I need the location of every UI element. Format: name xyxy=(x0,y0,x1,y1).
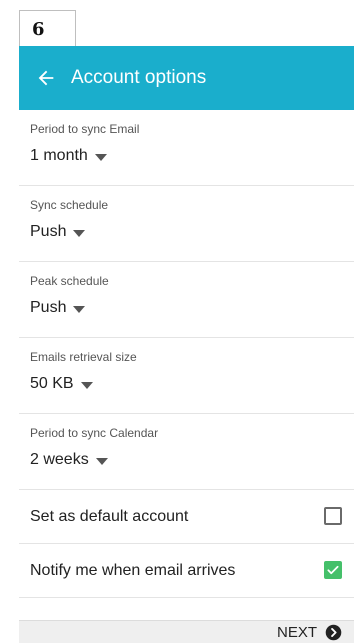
setting-label: Period to sync Email xyxy=(30,122,140,136)
setting-value-dropdown[interactable]: Push xyxy=(30,299,86,317)
arrow-left-icon[interactable] xyxy=(35,67,57,89)
setting-value: Push xyxy=(30,223,67,240)
setting-value: 2 weeks xyxy=(30,451,89,468)
checkbox-row-notify-email[interactable]: Notify me when email arrives xyxy=(19,544,354,598)
next-label: NEXT xyxy=(276,624,317,641)
checkmark-icon xyxy=(327,565,339,575)
caret-down-icon xyxy=(80,381,93,389)
checkbox-label: Set as default account xyxy=(30,507,189,525)
caret-down-icon xyxy=(73,305,86,313)
setting-value-dropdown[interactable]: 50 KB xyxy=(30,375,93,393)
bottom-bar: NEXT xyxy=(19,620,354,643)
setting-value: 50 KB xyxy=(30,375,74,392)
screen: 6 Account options Period to sync Email 1… xyxy=(0,0,354,643)
setting-emails-retrieval-size[interactable]: Emails retrieval size 50 KB xyxy=(19,338,354,414)
setting-value-dropdown[interactable]: 2 weeks xyxy=(30,451,108,469)
page-title: Account options xyxy=(71,67,207,88)
checkbox-label: Notify me when email arrives xyxy=(30,561,236,579)
checkbox-row-default-account[interactable]: Set as default account xyxy=(19,490,354,544)
caret-down-icon xyxy=(73,229,86,237)
step-number-badge: 6 xyxy=(19,10,76,46)
setting-peak-schedule[interactable]: Peak schedule Push xyxy=(19,262,354,338)
setting-sync-schedule[interactable]: Sync schedule Push xyxy=(19,186,354,262)
setting-value-dropdown[interactable]: 1 month xyxy=(30,147,107,165)
settings-list: Period to sync Email 1 month Sync schedu… xyxy=(19,110,354,598)
setting-value-dropdown[interactable]: Push xyxy=(30,223,86,241)
app-bar: Account options xyxy=(19,46,354,110)
setting-value: 1 month xyxy=(30,147,88,164)
default-account-checkbox[interactable] xyxy=(324,507,342,525)
setting-period-to-sync-email[interactable]: Period to sync Email 1 month xyxy=(19,110,354,186)
caret-down-icon xyxy=(95,457,108,465)
setting-label: Sync schedule xyxy=(30,198,109,212)
setting-label: Peak schedule xyxy=(30,274,109,288)
setting-label: Period to sync Calendar xyxy=(30,426,159,440)
chevron-right-circle-icon xyxy=(325,624,342,641)
setting-value: Push xyxy=(30,299,67,316)
next-button[interactable]: NEXT xyxy=(277,621,342,643)
setting-label: Emails retrieval size xyxy=(30,350,137,364)
caret-down-icon xyxy=(94,153,107,161)
setting-period-to-sync-calendar[interactable]: Period to sync Calendar 2 weeks xyxy=(19,414,354,490)
notify-email-checkbox[interactable] xyxy=(324,561,342,579)
